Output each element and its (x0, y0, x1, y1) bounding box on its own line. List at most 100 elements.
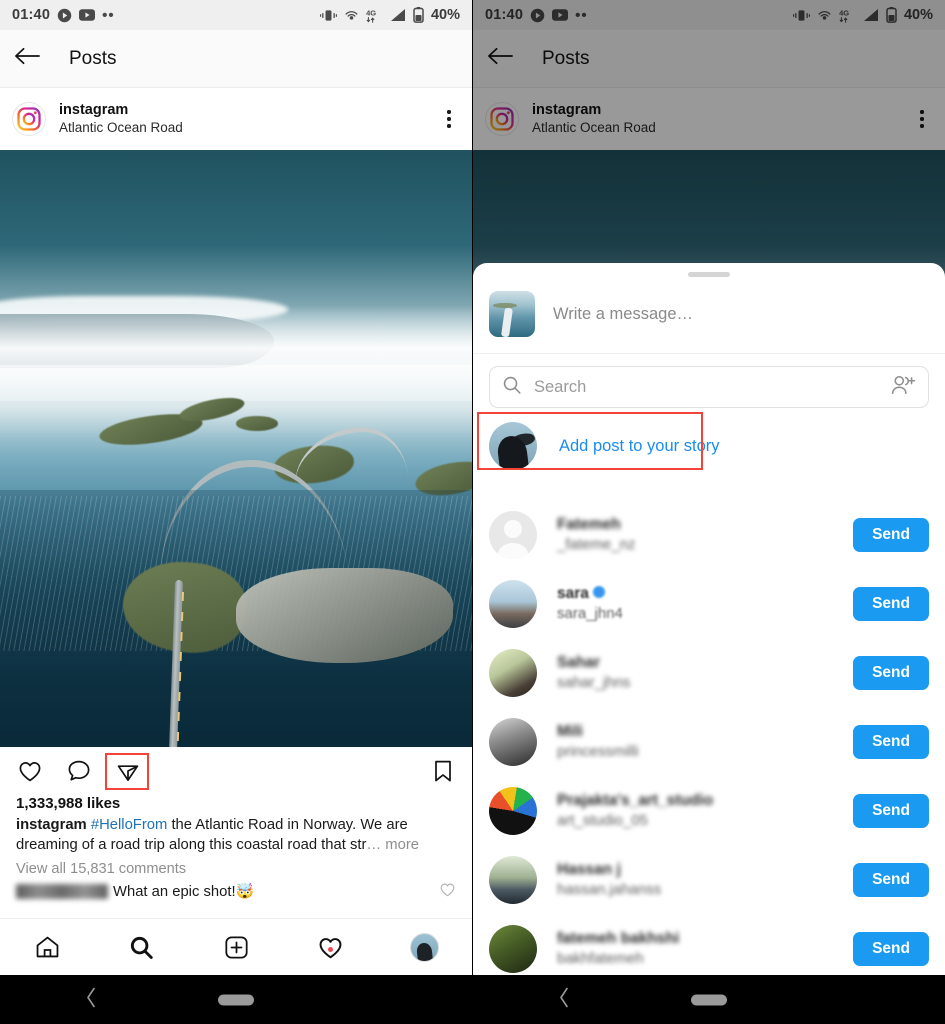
contact-avatar-icon (489, 648, 537, 697)
search-placeholder: Search (534, 377, 587, 396)
contact-display-name: Sahar (557, 654, 601, 671)
send-button[interactable]: Send (853, 517, 929, 552)
caption-more-link[interactable]: … more (366, 837, 419, 853)
view-all-comments-link[interactable]: View all 15,831 comments (16, 861, 456, 877)
instagram-logo-icon[interactable] (12, 102, 46, 136)
like-count[interactable]: 1,333,988 likes (16, 795, 456, 812)
contact-display-name: sara (557, 585, 623, 603)
send-button[interactable]: Send (853, 793, 929, 828)
tab-create[interactable] (189, 934, 283, 961)
contact-avatar-icon (489, 717, 537, 766)
top-comment-username[interactable] (16, 883, 108, 899)
nav-home-pill-icon[interactable] (691, 994, 727, 1005)
hotspot-icon (344, 8, 359, 23)
left-phone-screen: 01:40 •• 4G 40% Posts instagram Atlantic… (0, 0, 472, 975)
post-header-text: instagram Atlantic Ocean Road (59, 102, 183, 136)
post-location[interactable]: Atlantic Ocean Road (59, 120, 183, 136)
contact-row[interactable]: fatemeh bakhshi bakhfatemeh Send (473, 914, 945, 975)
share-paper-plane-icon[interactable] (105, 752, 149, 790)
contact-row[interactable]: Mili princessmilli Send (473, 707, 945, 776)
contact-row[interactable]: Prajakta's_art_studio art_studio_05 Send (473, 776, 945, 845)
caption-hashtag[interactable]: #HelloFrom (91, 817, 167, 833)
add-people-icon[interactable] (891, 374, 916, 401)
contact-username: sara_jhn4 (557, 605, 623, 622)
network-4g-icon: 4G (366, 8, 383, 23)
post-account-name[interactable]: instagram (59, 102, 183, 120)
send-button[interactable]: Send (853, 862, 929, 897)
signal-icon (390, 8, 406, 22)
heart-outline-icon[interactable] (439, 881, 456, 902)
android-nav-bar (0, 975, 945, 1024)
contact-avatar-icon (489, 786, 537, 835)
search-area: Search (473, 354, 945, 412)
tab-home[interactable] (0, 934, 94, 961)
contact-avatar-icon (489, 579, 537, 628)
contact-avatar-icon (489, 510, 537, 559)
send-button[interactable]: Send (853, 586, 929, 621)
battery-icon (413, 7, 424, 23)
contact-username: sahar_jhns (557, 674, 631, 691)
bookmark-icon[interactable] (429, 758, 456, 785)
add-to-story-label[interactable]: Add post to your story (559, 437, 720, 456)
tab-profile[interactable] (378, 932, 472, 962)
contact-username: _fatemе_nz (557, 536, 636, 553)
contact-text: Hassan j hassan.jahanss (557, 861, 661, 898)
right-phone-screen: 01:40 •• 4G 40% Posts instagram Atlantic… (473, 0, 945, 975)
contact-list[interactable]: Fatemeh _fatemе_nz Send sara sara_jhn4 Send Sa… (473, 500, 945, 975)
search-icon (502, 375, 522, 400)
story-avatar-icon (489, 422, 537, 470)
send-button[interactable]: Send (853, 655, 929, 690)
contact-display-name: Prajakta's_art_studio (557, 792, 714, 809)
heart-icon[interactable] (16, 758, 43, 785)
tab-activity[interactable] (283, 934, 377, 961)
battery-percent: 40% (430, 7, 460, 23)
tab-search[interactable] (94, 934, 188, 961)
contact-text: Sahar sahar_jhns (557, 654, 630, 691)
share-bottom-sheet: Write a message… Search Add post to your… (473, 263, 945, 975)
contact-text: fatemeh bakhshi bakhfatemeh (557, 930, 679, 967)
nav-home-pill-icon[interactable] (218, 994, 254, 1005)
back-arrow-icon[interactable] (14, 46, 41, 71)
youtube-icon (79, 9, 96, 21)
contact-text: Mili princessmilli (557, 723, 639, 760)
comment-bubble-icon[interactable] (65, 758, 92, 785)
contact-avatar-icon (489, 855, 537, 904)
post-thumbnail-icon (489, 291, 535, 337)
post-caption: instagram #HelloFrom the Atlantic Road i… (16, 815, 456, 856)
svg-text:4G: 4G (366, 8, 376, 17)
caption-username[interactable]: instagram (16, 817, 87, 833)
send-button[interactable]: Send (853, 724, 929, 759)
post-header: instagram Atlantic Ocean Road (0, 88, 472, 150)
bottom-tab-bar (0, 918, 472, 975)
photo-island (236, 416, 279, 431)
post-photo[interactable] (0, 150, 472, 747)
contact-text: sara sara_jhn4 (557, 585, 623, 622)
send-button[interactable]: Send (853, 931, 929, 966)
profile-avatar-icon (410, 932, 440, 962)
contact-row[interactable]: Fatemeh _fatemе_nz Send (473, 500, 945, 569)
top-comment-text: What an epic shot!🤯 (113, 884, 254, 901)
contact-display-name: Fatemeh (557, 516, 621, 533)
write-message-row[interactable]: Write a message… (473, 277, 945, 354)
contact-username: hassan.jahanss (557, 881, 662, 898)
contact-username: bakhfatemeh (557, 950, 644, 967)
contact-display-name: Mili (557, 723, 583, 740)
more-dots-icon: •• (102, 6, 115, 24)
contact-username: art_studio_05 (557, 812, 648, 829)
contact-row[interactable]: Sahar sahar_jhns Send (473, 638, 945, 707)
contact-row[interactable]: Hassan j hassan.jahanss Send (473, 845, 945, 914)
top-comment: What an epic shot!🤯 (16, 881, 456, 902)
nav-back-icon[interactable] (85, 986, 98, 1013)
message-input-placeholder[interactable]: Write a message… (553, 305, 693, 324)
contact-text: Prajakta's_art_studio art_studio_05 (557, 792, 713, 829)
search-input[interactable]: Search (489, 366, 929, 408)
app-bar: Posts (0, 30, 472, 88)
contact-row[interactable]: sara sara_jhn4 Send (473, 569, 945, 638)
status-time: 01:40 (12, 7, 51, 23)
status-bar: 01:40 •• 4G 40% (0, 0, 472, 30)
panel-divider (472, 0, 473, 975)
kebab-menu-icon[interactable] (438, 108, 460, 130)
add-to-story-row[interactable]: Add post to your story (473, 412, 945, 478)
contact-text: Fatemeh _fatemе_nz (557, 516, 635, 553)
nav-back-icon[interactable] (558, 986, 571, 1013)
